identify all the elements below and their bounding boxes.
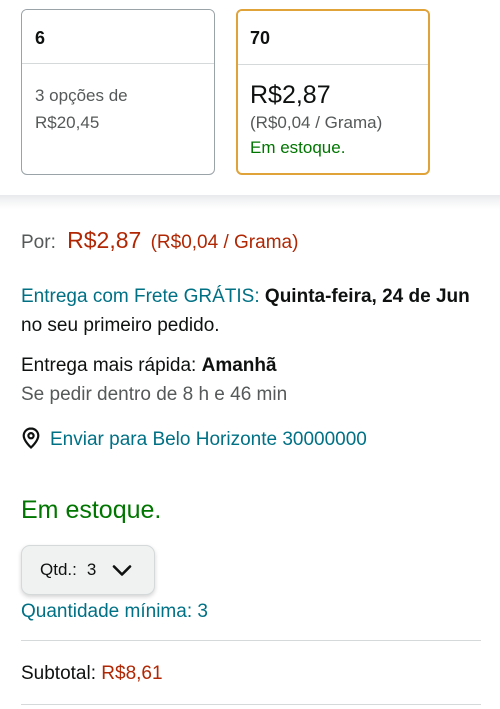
order-countdown: Se pedir dentro de 8 h e 46 min — [21, 384, 288, 405]
ship-to-text[interactable]: Enviar para Belo Horizonte 30000000 — [50, 429, 367, 450]
availability-status: Em estoque. — [21, 496, 162, 524]
option-header: 6 — [22, 10, 214, 64]
option-stock-status: Em estoque. — [250, 138, 346, 157]
subtotal-label: Subtotal: — [21, 663, 96, 684]
fast-delivery-info: Entrega mais rápida: Amanhã — [21, 351, 481, 380]
divider — [21, 704, 481, 705]
subtotal-value: R$8,61 — [101, 663, 163, 684]
delivery-date: Quinta-feira, 24 de Jun — [264, 286, 470, 307]
location-pin-icon — [21, 427, 41, 449]
subtotal-row: Subtotal: R$8,61 — [21, 659, 481, 688]
delivery-info: Entrega com Frete GRÁTIS: Quinta-feira, … — [21, 282, 481, 340]
fast-delivery-day: Amanhã — [201, 355, 277, 376]
section-divider — [0, 195, 500, 209]
option-header: 70 — [238, 11, 428, 65]
option-price: R$2,87 — [250, 81, 331, 109]
free-delivery-label: Entrega com Frete GRÁTIS: — [21, 286, 260, 307]
price-value: R$2,87 — [67, 227, 142, 253]
quantity-dropdown[interactable]: Qtd.: 3 — [21, 545, 155, 595]
divider — [21, 640, 481, 641]
price-unit: (R$0,04 / Grama) — [150, 232, 299, 253]
quantity-value: 3 — [86, 560, 97, 579]
option-offers-text: 3 opções de R$20,45 — [35, 86, 128, 132]
size-option-6[interactable]: 6 3 opções de R$20,45 — [21, 9, 215, 175]
ship-to-link[interactable]: Enviar para Belo Horizonte 30000000 — [21, 425, 481, 454]
option-unit-price: (R$0,04 / Grama) — [250, 113, 383, 132]
size-option-70-selected[interactable]: 70 R$2,87 (R$0,04 / Grama) Em estoque. — [236, 9, 430, 175]
fast-delivery-label: Entrega mais rápida: — [21, 355, 197, 376]
price-row: Por: R$2,87 (R$0,04 / Grama) — [21, 226, 481, 257]
price-label: Por: — [21, 232, 56, 253]
chevron-down-icon — [112, 563, 132, 577]
min-quantity: Quantidade mínima: 3 — [21, 601, 208, 622]
quantity-label: Qtd.: — [40, 560, 77, 579]
delivery-suffix: no seu primeiro pedido. — [21, 315, 220, 336]
